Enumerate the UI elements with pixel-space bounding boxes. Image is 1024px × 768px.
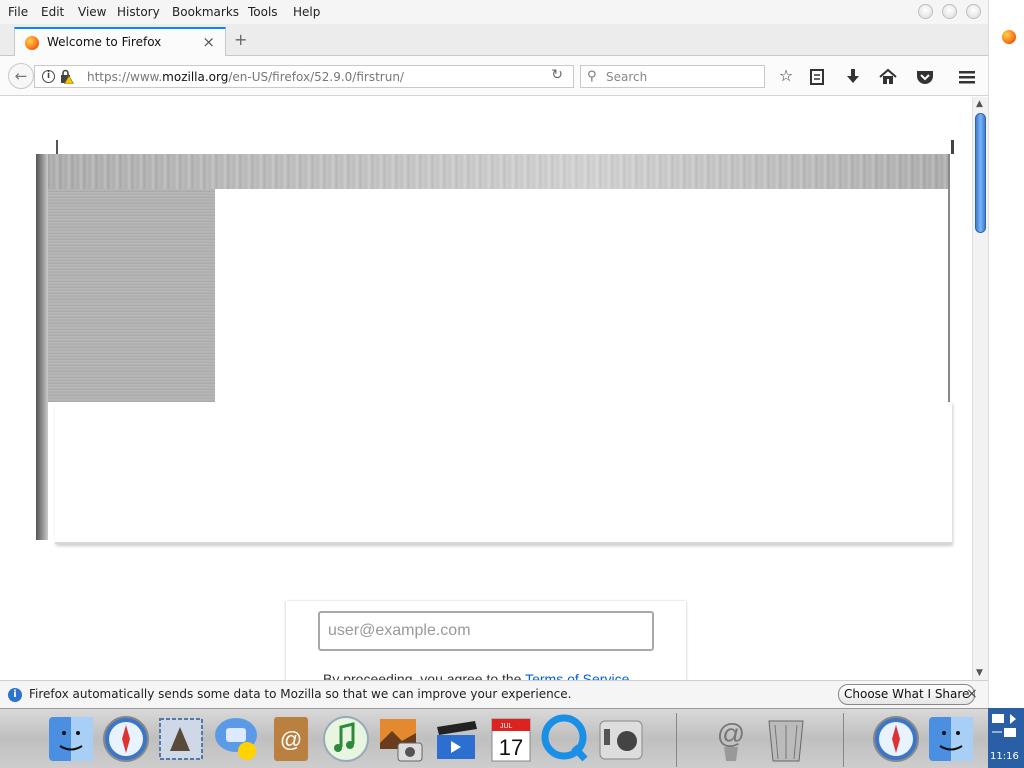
menu-bookmarks[interactable]: Bookmarks xyxy=(172,5,239,19)
back-button[interactable]: ← xyxy=(8,63,34,89)
banner-metal-bar xyxy=(48,154,950,189)
system-preferences-icon[interactable] xyxy=(596,713,646,765)
banner-top-border xyxy=(56,140,954,154)
banner-metal-side xyxy=(48,189,215,402)
firefox-desktop-icon[interactable] xyxy=(1002,30,1016,44)
desktop-side-strip xyxy=(988,0,1024,710)
tab-welcome[interactable]: Welcome to Firefox × xyxy=(14,27,226,57)
mail-icon[interactable] xyxy=(156,713,206,765)
minimize-button[interactable] xyxy=(918,4,933,19)
broken-banner-graphic xyxy=(36,140,954,544)
address-book-icon[interactable]: @ xyxy=(266,713,316,765)
url-bar[interactable]: i https://www.mozilla.org/en-US/firefox/… xyxy=(34,65,574,88)
dock-separator xyxy=(843,713,844,767)
home-icon[interactable] xyxy=(877,66,899,88)
iphoto-icon[interactable] xyxy=(376,713,426,765)
ical-icon[interactable]: JUL 17 xyxy=(486,713,536,765)
choose-what-i-share-button[interactable]: Choose What I Share xyxy=(838,684,976,705)
safari-icon[interactable] xyxy=(101,713,151,765)
search-bar[interactable]: ⚲ Search xyxy=(580,65,765,88)
ical-month: JUL xyxy=(500,723,513,730)
close-window-button[interactable] xyxy=(966,4,981,19)
hamburger-menu-icon[interactable] xyxy=(956,66,978,88)
banner-lower-panel xyxy=(55,402,952,544)
clock: 11:16 xyxy=(990,751,1019,762)
dock: @ JUL 17 @ xyxy=(0,708,988,768)
svg-text:@: @ xyxy=(280,727,302,752)
tab-close-icon[interactable]: × xyxy=(202,33,215,51)
menu-history[interactable]: History xyxy=(117,5,160,19)
search-placeholder: Search xyxy=(606,70,648,84)
page-content xyxy=(0,97,972,680)
ical-date: 17 xyxy=(499,735,523,760)
scroll-thumb[interactable] xyxy=(975,113,986,233)
firefox-favicon-icon xyxy=(25,36,39,50)
tab-title: Welcome to Firefox xyxy=(47,35,162,49)
new-tab-button[interactable]: + xyxy=(234,30,247,49)
tray-display-icon[interactable] xyxy=(990,712,1022,740)
bookmarks-menu-icon[interactable] xyxy=(806,66,828,88)
navigation-bar: ← i https://www.mozilla.org/en-US/firefo… xyxy=(0,56,988,96)
site-info-icon[interactable]: i xyxy=(42,70,55,83)
email-field[interactable]: user@example.com xyxy=(318,611,654,651)
menu-file[interactable]: File xyxy=(8,5,28,19)
vertical-scrollbar[interactable]: ▲ ▼ xyxy=(972,97,988,680)
notification-close-icon[interactable]: × xyxy=(966,686,978,702)
menu-edit[interactable]: Edit xyxy=(41,5,64,19)
menu-view[interactable]: View xyxy=(78,5,106,19)
banner-right-edge xyxy=(948,154,950,402)
banner-left-shadow xyxy=(36,154,48,540)
back-arrow-icon: ← xyxy=(14,67,28,85)
menu-tools[interactable]: Tools xyxy=(248,5,278,19)
itunes-icon[interactable] xyxy=(321,713,371,765)
tab-strip: Welcome to Firefox × + xyxy=(0,24,988,57)
signup-card: user@example.com By proceeding, you agre… xyxy=(286,601,686,691)
quicktime-icon[interactable] xyxy=(541,713,591,765)
search-icon: ⚲ xyxy=(587,69,597,84)
maximize-button[interactable] xyxy=(942,4,957,19)
imovie-icon[interactable] xyxy=(431,713,481,765)
internet-connect-icon[interactable]: @ xyxy=(706,713,756,765)
notification-message: Firefox automatically sends some data to… xyxy=(29,687,572,701)
finder-icon[interactable] xyxy=(926,713,976,765)
bookmark-star-icon[interactable]: ☆ xyxy=(775,66,797,88)
finder-icon[interactable] xyxy=(46,713,96,765)
info-icon: i xyxy=(8,688,22,702)
menu-bar: File Edit View History Bookmarks Tools H… xyxy=(0,0,988,24)
banner-white-panel xyxy=(215,189,950,402)
dock-separator xyxy=(676,713,677,767)
scroll-up-arrow-icon[interactable]: ▲ xyxy=(976,99,983,109)
safari-icon[interactable] xyxy=(871,713,921,765)
reload-icon[interactable]: ↻ xyxy=(551,67,563,83)
lock-warning-icon[interactable] xyxy=(60,69,74,84)
trash-icon[interactable] xyxy=(761,713,811,765)
firefox-window: File Edit View History Bookmarks Tools H… xyxy=(0,0,988,708)
notification-bar: i Firefox automatically sends some data … xyxy=(0,680,988,708)
pocket-icon[interactable] xyxy=(914,66,936,88)
url-text[interactable]: https://www.mozilla.org/en-US/firefox/52… xyxy=(87,70,404,84)
menu-help[interactable]: Help xyxy=(293,5,320,19)
downloads-icon[interactable] xyxy=(842,66,864,88)
svg-text:@: @ xyxy=(717,718,745,749)
ichat-icon[interactable] xyxy=(211,713,261,765)
scroll-down-arrow-icon[interactable]: ▼ xyxy=(976,668,983,678)
